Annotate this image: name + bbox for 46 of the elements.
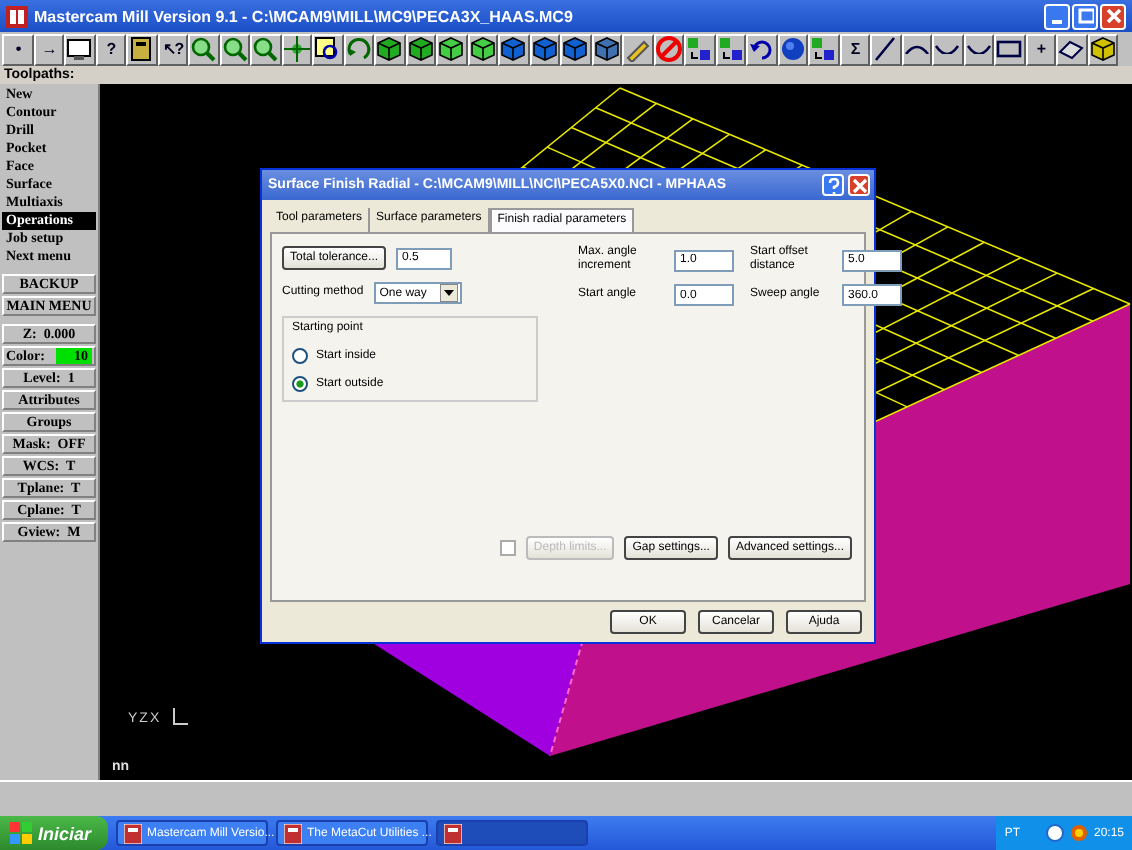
network-icon: [1045, 824, 1064, 842]
curve-icon: [965, 44, 992, 54]
close-button[interactable]: [1100, 3, 1126, 29]
arc-icon: [903, 44, 930, 54]
crosshair-icon: [283, 36, 310, 62]
toolbar-button[interactable]: [281, 33, 312, 65]
toolbar-button[interactable]: +: [1025, 33, 1056, 65]
pencil-icon: [624, 36, 651, 62]
maximize-icon: [1077, 8, 1093, 24]
minimize-icon: [1052, 20, 1062, 24]
windows-logo-icon: [10, 822, 32, 844]
app-logo-icon: [6, 5, 28, 27]
undo-arrow-icon: [748, 36, 775, 62]
toolbar-button[interactable]: •: [2, 33, 33, 65]
radio-button[interactable]: [292, 376, 308, 392]
rotate-icon: [345, 36, 372, 62]
prohibited-icon: [655, 36, 682, 62]
magnifier-icon: [252, 36, 279, 62]
close-icon: [1105, 8, 1121, 24]
zoom-window-icon: [314, 36, 341, 62]
rectangle-icon: [996, 36, 1023, 62]
question-mark-icon: [825, 177, 841, 193]
dropdown-arrow-icon: [439, 284, 458, 302]
maximize-button[interactable]: [1072, 3, 1098, 29]
toolbar-button[interactable]: ?: [95, 33, 126, 65]
minimize-button[interactable]: [1044, 3, 1070, 29]
window-title: Mastercam Mill Version 9.1 - C:\MCAM9\MILL\MC9\PECA3X_HAAS.MC9: [34, 7, 575, 25]
curve-icon: [934, 44, 961, 54]
monitor-icon: [66, 36, 93, 62]
toolbar-button[interactable]: ↖?: [157, 33, 188, 65]
close-icon: [851, 177, 867, 193]
sphere-icon: [779, 36, 806, 62]
app-icon: [283, 823, 302, 843]
toolbar-button[interactable]: Σ: [839, 33, 870, 65]
app-icon: [123, 823, 142, 843]
toolbar-button[interactable]: [653, 33, 684, 65]
radio-button[interactable]: [292, 348, 308, 364]
magnifier-icon: [221, 36, 248, 62]
magnifier-icon: [190, 36, 217, 62]
help-button[interactable]: [822, 174, 844, 196]
shield-icon: [1069, 824, 1088, 842]
toolbar-button[interactable]: →: [33, 33, 64, 65]
close-button[interactable]: [848, 174, 870, 196]
app-icon: [443, 823, 462, 843]
taskbar-button[interactable]: [435, 820, 588, 846]
line-icon: [872, 36, 899, 62]
